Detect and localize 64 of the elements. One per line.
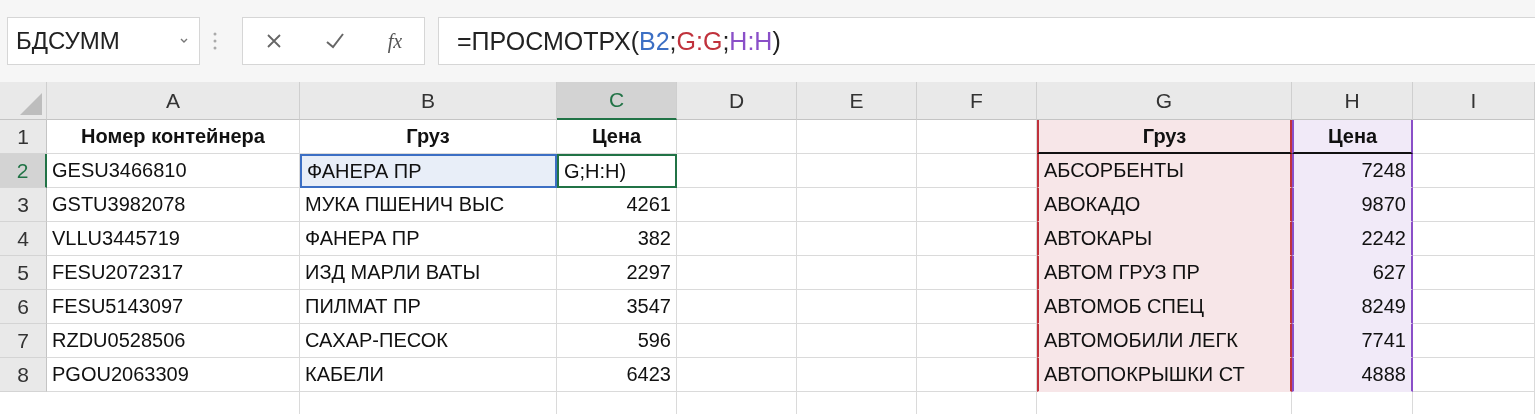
insert-function-button[interactable]: fx bbox=[385, 29, 405, 53]
row-header[interactable]: 1 bbox=[0, 120, 47, 154]
cell-editor[interactable]: G;H:H) bbox=[557, 154, 677, 188]
column-header[interactable]: A bbox=[47, 82, 300, 120]
table-cell-text: КАБЕЛИ bbox=[304, 362, 385, 387]
formula-field[interactable]: =ПРОСМОТРХ(B2;G:G;H:H) bbox=[438, 17, 1535, 65]
row-header[interactable]: 4 bbox=[0, 222, 47, 256]
table-cell: 7741 bbox=[1292, 324, 1413, 358]
table-cell: АВТОМОБ СПЕЦ bbox=[1037, 290, 1292, 324]
column-header[interactable]: B bbox=[300, 82, 557, 120]
table-cell: АВОКАДО bbox=[1037, 188, 1292, 222]
table-cell-text: Груз bbox=[405, 124, 451, 149]
column-header[interactable]: D bbox=[677, 82, 797, 120]
cell-name: БДСУММ bbox=[16, 27, 120, 55]
triangle-icon bbox=[20, 93, 42, 115]
table-cell-text: FESU2072317 bbox=[51, 260, 185, 285]
row-header[interactable]: 7 bbox=[0, 324, 47, 358]
column-header[interactable]: I bbox=[1413, 82, 1535, 120]
row-header[interactable]: 8 bbox=[0, 358, 47, 392]
table-cell: Груз bbox=[1037, 120, 1292, 154]
row-header[interactable]: 6 bbox=[0, 290, 47, 324]
table-cell-text: 2297 bbox=[625, 260, 672, 285]
row-header[interactable]: 5 bbox=[0, 256, 47, 290]
table-cell-text: 596 bbox=[636, 328, 672, 353]
column-header[interactable]: G bbox=[1037, 82, 1292, 120]
table-cell: 4888 bbox=[1292, 358, 1413, 392]
table-cell: АВТОКАРЫ bbox=[1037, 222, 1292, 256]
column-header[interactable]: H bbox=[1292, 82, 1413, 120]
table-cell-text: RZDU0528506 bbox=[51, 328, 187, 353]
name-box[interactable]: БДСУММ bbox=[7, 17, 200, 65]
row-header[interactable]: 3 bbox=[0, 188, 47, 222]
column-header[interactable]: F bbox=[917, 82, 1037, 120]
table-cell-text: FESU5143097 bbox=[51, 294, 185, 319]
table-cell-text: 3547 bbox=[625, 294, 672, 319]
table-cell: 627 bbox=[1292, 256, 1413, 290]
table-cell: ФАНЕРА ПР bbox=[300, 154, 557, 188]
table-cell: 8249 bbox=[1292, 290, 1413, 324]
table-cell: АБСОРБЕНТЫ bbox=[1037, 154, 1292, 188]
table-cell-text: Номер контейнера bbox=[80, 124, 266, 149]
table-cell-text: ПИЛМАТ ПР bbox=[304, 294, 422, 319]
table-cell: АВТОМОБИЛИ ЛЕГК bbox=[1037, 324, 1292, 358]
table-cell-text: PGOU2063309 bbox=[51, 362, 190, 387]
table-cell-text: Цена bbox=[590, 124, 643, 149]
row-header[interactable]: 2 bbox=[0, 154, 47, 188]
table-cell: АВТОПОКРЫШКИ СТ bbox=[1037, 358, 1292, 392]
table-cell-text: 6423 bbox=[625, 362, 672, 387]
table-cell-text: VLLU3445719 bbox=[51, 226, 181, 251]
table-cell: Цена bbox=[1292, 120, 1413, 154]
table-cell-text: МУКА ПШЕНИЧ ВЫС bbox=[304, 192, 506, 217]
table-cell-text: ИЗД МАРЛИ ВАТЫ bbox=[304, 260, 482, 285]
caret-icon[interactable] bbox=[179, 38, 189, 44]
table-cell-text: 382 bbox=[636, 226, 672, 251]
table-cell-text: GSTU3982078 bbox=[51, 192, 187, 217]
table-cell-text: ФАНЕРА ПР bbox=[304, 226, 421, 251]
table-cell: 2242 bbox=[1292, 222, 1413, 256]
table-cell-text: GESU3466810 bbox=[51, 158, 188, 183]
vertical-dots-icon bbox=[212, 30, 218, 52]
table-cell: 9870 bbox=[1292, 188, 1413, 222]
table-cell-text: САХАР-ПЕСОК bbox=[304, 328, 449, 353]
column-header[interactable]: E bbox=[797, 82, 917, 120]
column-header[interactable]: C bbox=[557, 82, 677, 120]
table-cell: АВТОМ ГРУЗ ПР bbox=[1037, 256, 1292, 290]
table-cell-text: 4261 bbox=[625, 192, 672, 217]
table-cell: 7248 bbox=[1292, 154, 1413, 188]
